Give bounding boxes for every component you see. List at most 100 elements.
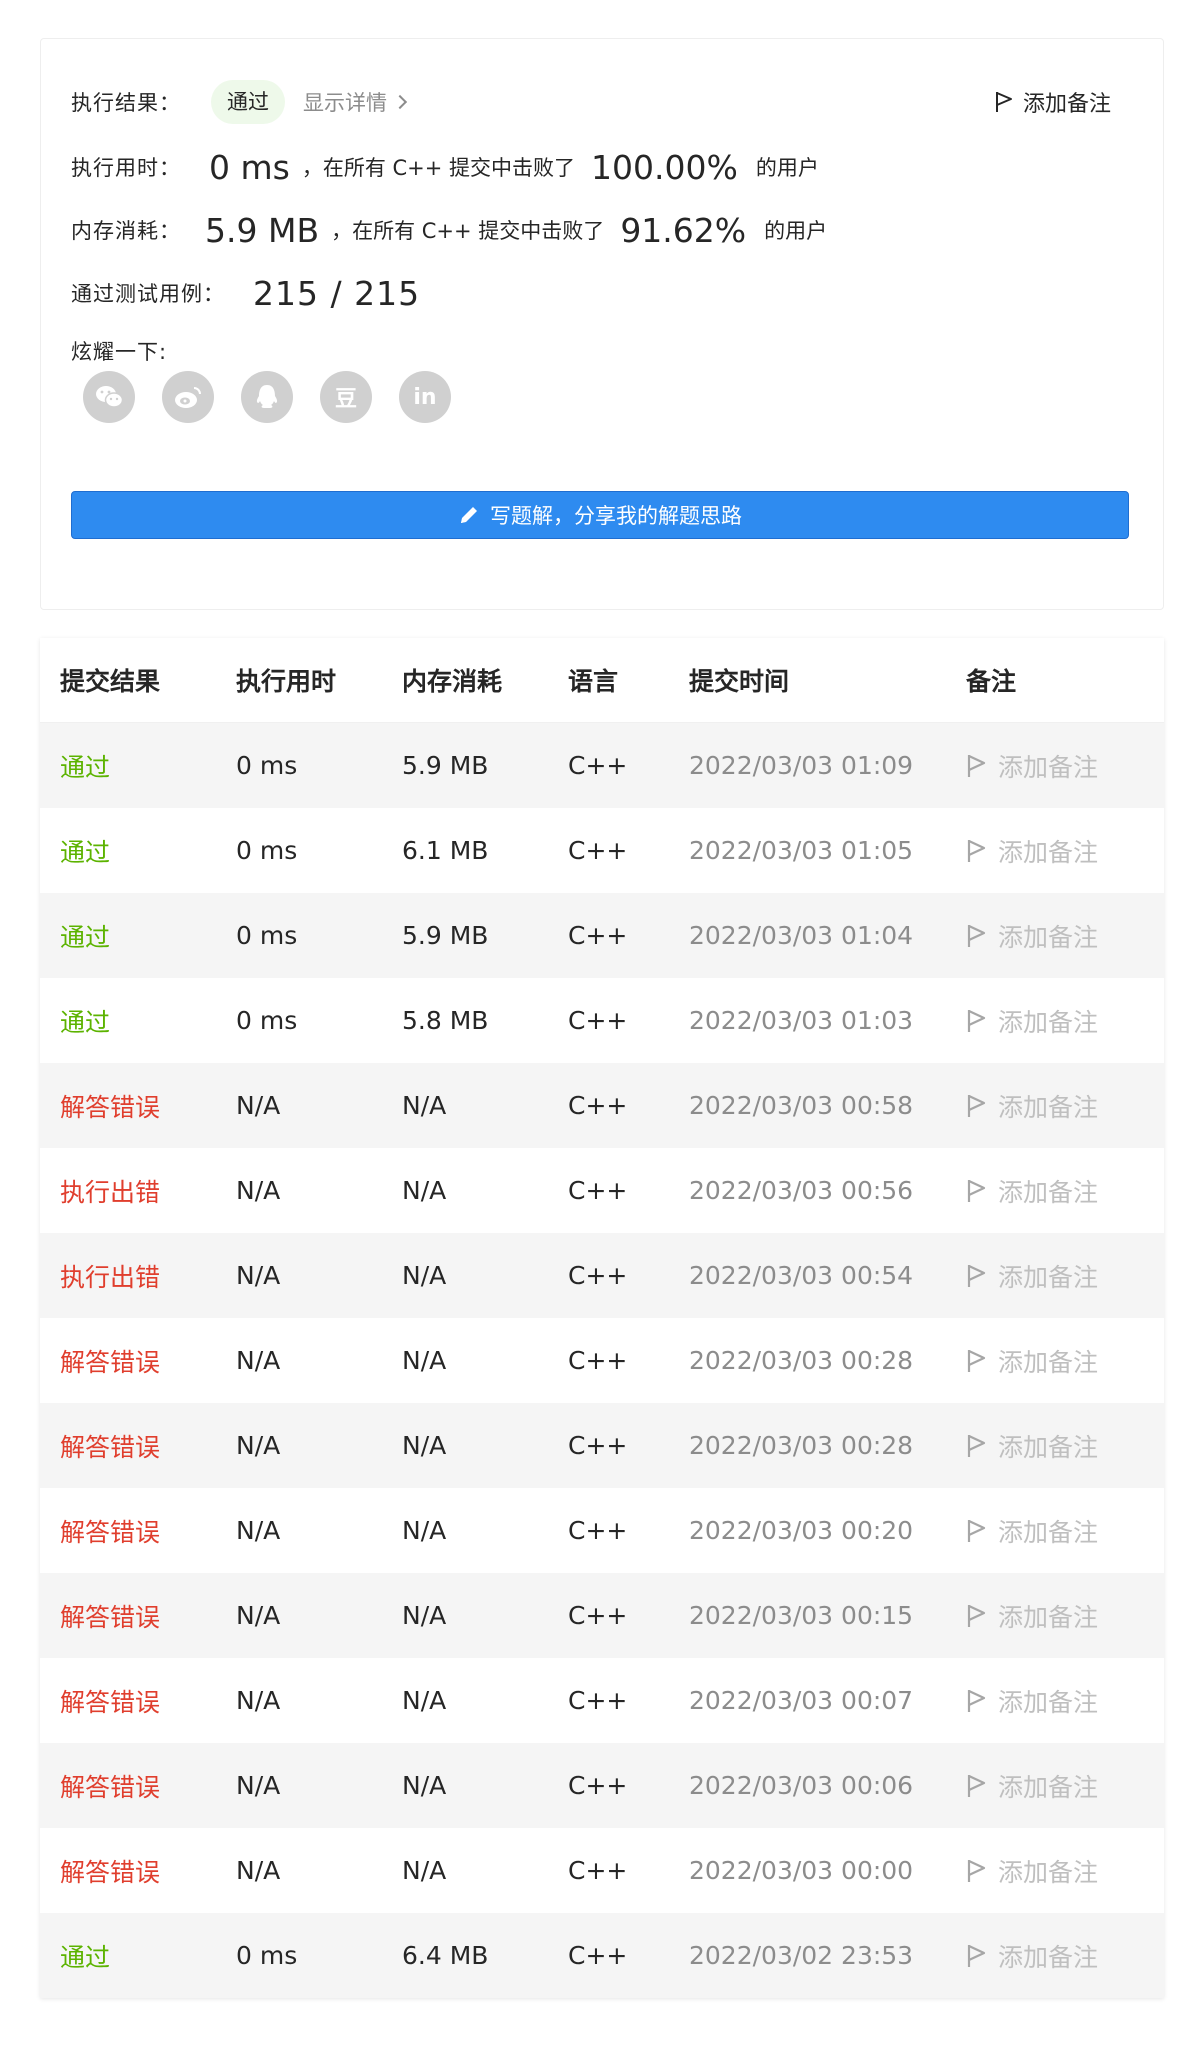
table-row: 通过 0 ms 6.1 MB C++ 2022/03/03 01:05 添加备注 — [40, 808, 1164, 893]
runtime-percent: 100.00% — [591, 147, 738, 187]
result-link[interactable]: 通过 — [60, 748, 110, 784]
header-language: 语言 — [568, 667, 619, 696]
show-details-link[interactable]: 显示详情 — [303, 87, 408, 117]
time-cell: 2022/03/03 01:05 — [689, 836, 914, 865]
status-label: 执行结果： — [71, 91, 181, 115]
result-link[interactable]: 通过 — [60, 918, 110, 954]
language-cell: C++ — [568, 1091, 628, 1120]
table-row: 通过 0 ms 5.8 MB C++ 2022/03/03 01:03 添加备注 — [40, 978, 1164, 1063]
language-cell: C++ — [568, 1176, 628, 1205]
add-note-button[interactable]: 添加备注 — [966, 1003, 1098, 1039]
add-note-button[interactable]: 添加备注 — [966, 918, 1098, 954]
add-note-label: 添加备注 — [998, 1772, 1099, 1802]
add-note-label: 添加备注 — [998, 837, 1099, 867]
table-row: 解答错误 N/A N/A C++ 2022/03/03 00:28 添加备注 — [40, 1403, 1164, 1488]
table-row: 通过 0 ms 5.9 MB C++ 2022/03/03 01:09 添加备注 — [40, 723, 1164, 808]
result-link[interactable]: 通过 — [60, 833, 110, 869]
table-header: 提交结果 执行用时 内存消耗 语言 提交时间 备注 — [40, 638, 1164, 723]
add-note-button[interactable]: 添加备注 — [966, 1258, 1098, 1294]
add-note-button[interactable]: 添加备注 — [966, 1513, 1098, 1549]
memory-label: 内存消耗： — [71, 219, 181, 243]
add-note-button[interactable]: 添加备注 — [966, 1938, 1098, 1974]
wechat-icon[interactable] — [83, 371, 135, 423]
language-cell: C++ — [568, 836, 628, 865]
result-link[interactable]: 解答错误 — [60, 1768, 160, 1804]
result-link[interactable]: 执行出错 — [60, 1258, 160, 1294]
runtime-cell: N/A — [236, 1601, 281, 1630]
header-time: 提交时间 — [689, 667, 790, 696]
weibo-icon[interactable] — [162, 371, 214, 423]
result-link[interactable]: 解答错误 — [60, 1428, 160, 1464]
tests-value: 215 / 215 — [253, 273, 421, 313]
result-link[interactable]: 解答错误 — [60, 1598, 160, 1634]
douban-glyph: 豆 — [334, 387, 357, 412]
add-note-label: 添加备注 — [998, 1687, 1099, 1717]
language-cell: C++ — [568, 1431, 628, 1460]
add-note-button[interactable]: 添加备注 — [966, 1768, 1098, 1804]
memory-percent: 91.62% — [620, 210, 747, 250]
memory-cell: N/A — [402, 1091, 447, 1120]
add-note-button[interactable]: 添加备注 — [995, 77, 1111, 127]
runtime-cell: N/A — [236, 1176, 281, 1205]
language-cell: C++ — [568, 921, 628, 950]
douban-icon[interactable]: 豆 — [320, 371, 372, 423]
result-card: 执行结果： 通过 显示详情 添加备注 执行用时： 0 ms ，在所有 C++ 提… — [40, 38, 1164, 610]
memory-cell: 5.9 MB — [402, 751, 489, 780]
header-result: 提交结果 — [60, 667, 161, 696]
flag-icon — [967, 1264, 986, 1287]
runtime-cell: N/A — [236, 1686, 281, 1715]
add-note-button[interactable]: 添加备注 — [966, 1428, 1098, 1464]
runtime-cell: 0 ms — [236, 751, 298, 780]
qq-icon[interactable] — [241, 371, 293, 423]
time-cell: 2022/03/03 00:28 — [689, 1431, 914, 1460]
memory-row: 内存消耗： 5.9 MB ，在所有 C++ 提交中击败了 91.62% 的用户 — [71, 202, 827, 258]
add-note-button[interactable]: 添加备注 — [966, 748, 1098, 784]
time-cell: 2022/03/03 00:15 — [689, 1601, 914, 1630]
memory-cell: 5.9 MB — [402, 921, 489, 950]
add-note-button[interactable]: 添加备注 — [966, 1853, 1098, 1889]
add-note-label: 添加备注 — [998, 1517, 1099, 1547]
result-link[interactable]: 通过 — [60, 1938, 110, 1974]
share-icons: 豆 in — [83, 371, 451, 423]
flag-icon — [967, 1434, 986, 1457]
result-link[interactable]: 解答错误 — [60, 1853, 160, 1889]
language-cell: C++ — [568, 1006, 628, 1035]
add-note-button[interactable]: 添加备注 — [966, 1343, 1098, 1379]
result-link[interactable]: 通过 — [60, 1003, 110, 1039]
runtime-cell: 0 ms — [236, 1006, 298, 1035]
table-row: 解答错误 N/A N/A C++ 2022/03/03 00:28 添加备注 — [40, 1318, 1164, 1403]
memory-suffix: 的用户 — [764, 219, 828, 243]
add-note-button[interactable]: 添加备注 — [966, 1598, 1098, 1634]
add-note-label: 添加备注 — [998, 1602, 1099, 1632]
result-link[interactable]: 解答错误 — [60, 1088, 160, 1124]
add-note-button[interactable]: 添加备注 — [966, 1088, 1098, 1124]
table-body: 通过 0 ms 5.9 MB C++ 2022/03/03 01:09 添加备注… — [40, 723, 1164, 1998]
language-cell: C++ — [568, 751, 628, 780]
result-link[interactable]: 解答错误 — [60, 1513, 160, 1549]
show-details-label: 显示详情 — [303, 91, 387, 115]
runtime-cell: 0 ms — [236, 1941, 298, 1970]
flag-icon — [967, 1349, 986, 1372]
table-row: 通过 0 ms 6.4 MB C++ 2022/03/02 23:53 添加备注 — [40, 1913, 1164, 1998]
result-link[interactable]: 执行出错 — [60, 1173, 160, 1209]
language-cell: C++ — [568, 1346, 628, 1375]
runtime-cell: N/A — [236, 1771, 281, 1800]
runtime-cell: 0 ms — [236, 836, 298, 865]
table-row: 执行出错 N/A N/A C++ 2022/03/03 00:54 添加备注 — [40, 1233, 1164, 1318]
runtime-suffix: 的用户 — [755, 156, 819, 180]
flag-icon — [967, 1094, 986, 1117]
time-cell: 2022/03/02 23:53 — [689, 1941, 914, 1970]
add-note-button[interactable]: 添加备注 — [966, 833, 1098, 869]
header-runtime: 执行用时 — [236, 667, 337, 696]
result-link[interactable]: 解答错误 — [60, 1343, 160, 1379]
flag-icon — [967, 839, 986, 862]
add-note-button[interactable]: 添加备注 — [966, 1173, 1098, 1209]
runtime-value: 0 ms — [209, 147, 290, 187]
write-solution-button[interactable]: 写题解，分享我的解题思路 — [71, 491, 1129, 539]
add-note-button[interactable]: 添加备注 — [966, 1683, 1098, 1719]
memory-cell: 6.4 MB — [402, 1941, 489, 1970]
runtime-cell: 0 ms — [236, 921, 298, 950]
time-cell: 2022/03/03 00:56 — [689, 1176, 914, 1205]
linkedin-icon[interactable]: in — [399, 371, 451, 423]
result-link[interactable]: 解答错误 — [60, 1683, 160, 1719]
